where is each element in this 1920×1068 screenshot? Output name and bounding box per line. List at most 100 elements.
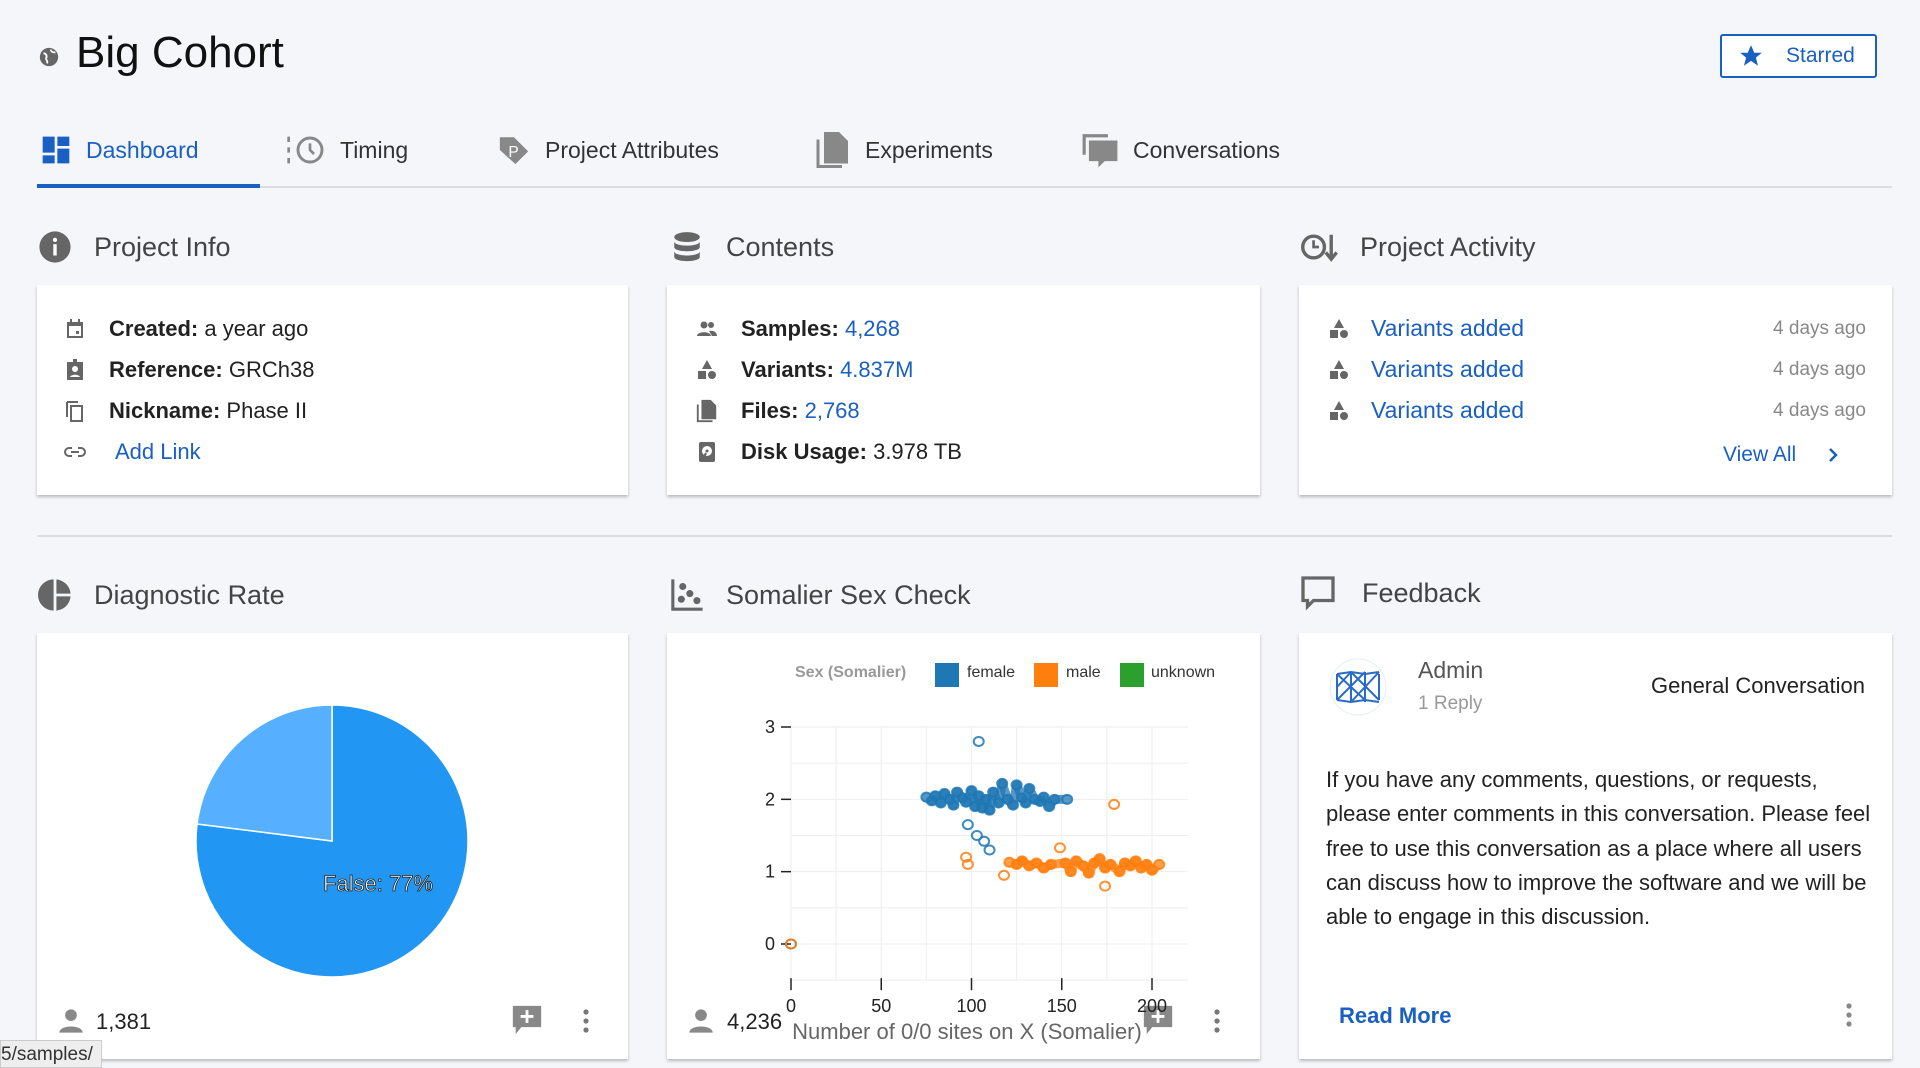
variants-row: Variants: 4.837M — [695, 349, 1260, 390]
conversation-title[interactable]: General Conversation — [1651, 673, 1865, 699]
point-female[interactable] — [983, 844, 996, 856]
svg-text:P: P — [508, 144, 518, 161]
tab-experiments[interactable]: Experiments — [815, 130, 993, 170]
badge-icon — [67, 358, 83, 380]
reply-count: 1 Reply — [1418, 693, 1483, 714]
section-title: Somalier Sex Check — [726, 579, 971, 610]
legend-label-male: male — [1066, 664, 1101, 681]
feedback-card: Admin 1 Reply General Conversation If yo… — [1299, 633, 1892, 1059]
point-male[interactable] — [1099, 880, 1112, 892]
activity-time: 4 days ago — [1773, 317, 1866, 339]
view-all-button[interactable]: View All — [1723, 443, 1840, 467]
disk-label: Disk Usage: — [741, 438, 867, 464]
samples-value[interactable]: 4,268 — [845, 316, 900, 341]
tab-divider — [37, 186, 1892, 188]
active-tab-indicator — [37, 184, 260, 188]
section-title: Feedback — [1362, 577, 1481, 608]
dashboard-icon — [42, 136, 70, 164]
disk-icon — [699, 441, 715, 462]
add-comment-icon[interactable] — [510, 1003, 544, 1037]
tab-dashboard[interactable]: Dashboard — [40, 130, 199, 170]
y-tick-label: 1 — [765, 862, 775, 882]
diagnostic-header: Diagnostic Rate — [38, 578, 285, 612]
samples-label: Samples: — [741, 315, 839, 341]
tab-project-attributes[interactable]: P Project Attributes — [497, 130, 719, 170]
more-vert-icon[interactable] — [576, 1007, 596, 1035]
activity-link[interactable]: Variants added — [1371, 397, 1524, 424]
x-tick-label: 150 — [1047, 996, 1077, 1016]
tab-timing[interactable]: Timing — [286, 130, 408, 170]
x-tick-label: 200 — [1137, 996, 1167, 1016]
files-label: Files: — [741, 397, 799, 423]
copy-icon — [66, 400, 83, 422]
disk-row: Disk Usage: 3.978 TB — [695, 431, 1260, 472]
person-icon — [59, 1009, 83, 1033]
add-link[interactable]: Add Link — [115, 439, 201, 465]
shapes-icon — [1330, 318, 1348, 338]
point-female[interactable] — [972, 735, 985, 747]
point-male[interactable] — [1108, 798, 1121, 810]
view-all-label: View All — [1723, 443, 1797, 466]
y-tick-label: 2 — [765, 789, 775, 809]
tab-label: Project Attributes — [545, 136, 719, 163]
shapes-icon — [1330, 359, 1348, 379]
pie-slice-true[interactable] — [196, 704, 333, 842]
activity-link[interactable]: Variants added — [1371, 315, 1524, 342]
legend-swatch-unknown — [1120, 663, 1144, 687]
variants-value[interactable]: 4.837M — [840, 357, 913, 382]
chevron-right-icon — [1829, 448, 1838, 462]
history-icon — [1301, 234, 1338, 262]
section-title: Contents — [726, 231, 835, 262]
activity-item: Variants added 4 days ago — [1327, 308, 1866, 349]
activity-link[interactable]: Variants added — [1371, 356, 1524, 383]
activity-item: Variants added 4 days ago — [1327, 390, 1866, 431]
tab-label: Dashboard — [86, 136, 199, 163]
diagnostic-pie-chart: False: 77% — [195, 704, 469, 978]
created-label: Created: — [109, 315, 199, 341]
activity-time: 4 days ago — [1773, 358, 1866, 380]
scatter-plot-icon — [671, 579, 703, 611]
point-female[interactable] — [978, 835, 991, 847]
sexcheck-scatter-chart: Sex (Somalier) female male unknown 0 50 10… — [765, 663, 1215, 1044]
file-icon — [816, 132, 848, 168]
created-row: Created: a year ago — [63, 308, 628, 349]
files-icon — [696, 399, 717, 422]
diagnostic-card: False: 77% 1,381 — [37, 633, 628, 1059]
files-value[interactable]: 2,768 — [805, 398, 860, 423]
timer-icon — [287, 136, 324, 164]
diagnostic-count: 1,381 — [96, 1009, 152, 1034]
star-icon — [1740, 45, 1762, 66]
contents-header: Contents — [670, 230, 834, 264]
status-bar-url: 5/samples/ — [0, 1040, 102, 1068]
reference-row: Reference: GRCh38 — [63, 349, 628, 390]
tag-icon: P — [499, 137, 529, 165]
legend-swatch-male — [1034, 663, 1058, 687]
x-tick-label: 100 — [956, 996, 986, 1016]
project-info-card: Created: a year ago Reference: GRCh38 Ni… — [37, 285, 628, 495]
link-icon — [64, 446, 86, 457]
people-icon — [697, 321, 717, 336]
calendar-icon — [67, 318, 83, 338]
comment-outline-icon — [1301, 576, 1335, 611]
more-vert-icon[interactable] — [1839, 1001, 1859, 1029]
activity-header: Project Activity — [1300, 230, 1536, 264]
public-globe-icon — [39, 47, 59, 67]
read-more-button[interactable]: Read More — [1339, 1003, 1451, 1029]
starred-button[interactable]: Starred — [1720, 34, 1877, 78]
project-info-header: Project Info — [38, 230, 231, 264]
point-male[interactable] — [1053, 842, 1066, 854]
starred-label: Starred — [1786, 44, 1855, 67]
tab-label: Experiments — [865, 136, 993, 163]
reference-value: GRCh38 — [228, 356, 315, 382]
x-tick-label: 0 — [786, 996, 796, 1016]
contents-card: Samples: 4,268 Variants: 4.837M Files: 2… — [667, 285, 1260, 495]
tab-conversations[interactable]: Conversations — [1081, 130, 1280, 170]
section-divider — [37, 535, 1892, 537]
files-row: Files: 2,768 — [695, 390, 1260, 431]
database-icon — [674, 232, 700, 262]
nickname-label: Nickname: — [109, 397, 221, 423]
y-tick-label: 0 — [765, 934, 775, 954]
add-link-row[interactable]: Add Link — [63, 431, 628, 472]
activity-card: Variants added 4 days ago Variants added 4… — [1299, 285, 1892, 495]
nickname-row: Nickname: Phase II — [63, 390, 628, 431]
